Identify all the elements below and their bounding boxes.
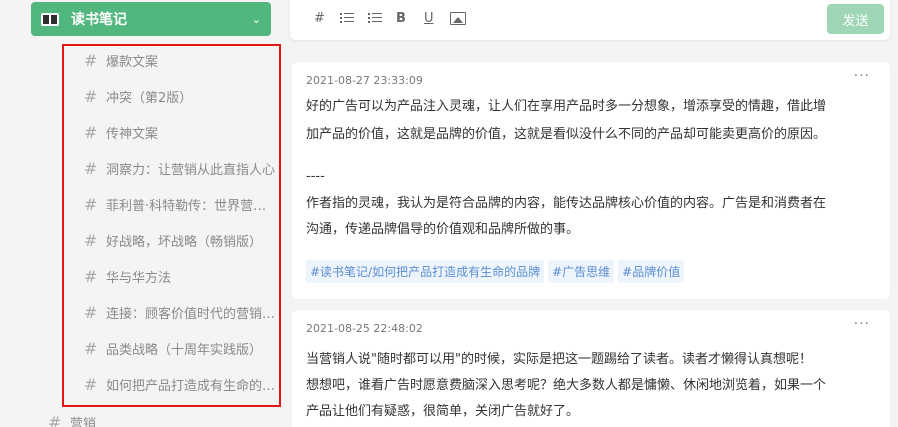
- memo-card: 2021-08-25 22:48:02 ··· 当营销人说"随时都可以用"的时候…: [292, 310, 890, 427]
- sidebar-tag-item[interactable]: # 传神文案: [84, 120, 276, 144]
- sidebar-tag-label: 冲突（第2版）: [106, 90, 193, 106]
- sidebar-tag-item[interactable]: # 如何把产品打造成有生命的品牌: [84, 372, 276, 396]
- sidebar-tag-item[interactable]: # 品类战略（十周年实践版）: [84, 336, 276, 360]
- bold-button[interactable]: B: [396, 11, 406, 26]
- hash-icon: #: [84, 230, 98, 250]
- sidebar-tag-label: 爆款文案: [106, 54, 159, 70]
- sidebar-tag-item[interactable]: # 华与华方法: [84, 264, 276, 288]
- chevron-down-icon[interactable]: ⌄: [252, 13, 261, 26]
- memo-tag[interactable]: #品牌价值: [618, 260, 685, 283]
- sidebar-tag-label: 传神文案: [106, 126, 159, 142]
- image-icon[interactable]: [450, 12, 466, 29]
- hash-icon: #: [84, 158, 98, 178]
- memo-editor[interactable]: # B U 发送: [290, 0, 890, 40]
- sidebar-tag-label: 洞察力：让营销从此直指人心: [106, 162, 276, 178]
- sidebar-tag-item[interactable]: # 菲利普·科特勒传：世界营销之父: [84, 192, 276, 216]
- hash-icon: #: [84, 50, 98, 70]
- more-options-icon[interactable]: ···: [854, 68, 870, 84]
- memo-text-line: 好的广告可以为产品注入灵魂，让人们在享用产品时多一分想象，增添享受的情趣，借此增: [306, 99, 827, 114]
- sidebar-tag-item[interactable]: # 洞察力：让营销从此直指人心: [84, 156, 276, 180]
- memo-text-line: 产品让他们有疑惑，很简单，关闭广告就好了。: [306, 404, 580, 419]
- memo-text-line: 加产品的价值，这就是品牌的价值，这就是看似没什么不同的产品却可能卖更高价的原因。: [306, 127, 827, 142]
- sidebar-tag-label: 华与华方法: [106, 270, 172, 286]
- more-options-icon[interactable]: ···: [854, 316, 870, 332]
- tag-list: # 爆款文案 # 冲突（第2版） # 传神文案 # 洞察力：让营销从此直指人心 …: [62, 44, 281, 407]
- bullet-list-icon[interactable]: [340, 13, 354, 28]
- memo-timestamp: 2021-08-25 22:48:02: [306, 322, 423, 335]
- sidebar-tag-label: 如何把产品打造成有生命的品牌: [106, 378, 276, 394]
- sidebar-tag-item[interactable]: # 冲突（第2版）: [84, 84, 276, 108]
- memo-text-line: ----: [306, 169, 325, 184]
- sidebar-tag-item[interactable]: # 好战略，坏战略（畅销版）: [84, 228, 276, 252]
- memo-tag[interactable]: #广告思维: [548, 260, 615, 283]
- hash-icon: #: [84, 302, 98, 322]
- sidebar-tag-label: 连接：顾客价值时代的营销战略: [106, 306, 276, 322]
- hash-icon: #: [84, 194, 98, 214]
- memo-card: 2021-08-27 23:33:09 ··· 好的广告可以为产品注入灵魂，让人…: [292, 62, 890, 299]
- memo-text-line: 沟通，传递品牌倡导的价值观和品牌所做的事。: [306, 222, 580, 237]
- sidebar: 读书笔记 ⌄ # 爆款文案 # 冲突（第2版） # 传神文案 # 洞察力：让营销…: [0, 0, 290, 427]
- sidebar-tag-item[interactable]: # 爆款文案: [84, 48, 276, 72]
- hash-icon: #: [84, 338, 98, 358]
- hash-icon: #: [84, 122, 98, 142]
- sidebar-tag-label: 菲利普·科特勒传：世界营销之父: [106, 198, 276, 214]
- underline-button[interactable]: U: [424, 11, 434, 26]
- hash-icon: #: [84, 374, 98, 394]
- memo-text-line: 当营销人说"随时都可以用"的时候，实际是把这一题踢给了读者。读者才懒得认真想呢！: [306, 352, 812, 367]
- send-button[interactable]: 发送: [827, 4, 884, 34]
- sidebar-tag-label: 营销: [70, 417, 97, 427]
- sidebar-tag-label: 品类战略（十周年实践版）: [106, 342, 263, 358]
- folder-header[interactable]: 读书笔记 ⌄: [31, 2, 271, 36]
- sidebar-tag-item[interactable]: # 连接：顾客价值时代的营销战略: [84, 300, 276, 324]
- memo-tag[interactable]: #读书笔记/如何把产品打造成有生命的品牌: [306, 260, 545, 283]
- book-icon: [41, 12, 59, 26]
- memo-text-line: 想想吧，谁看广告时愿意费脑深入思考呢？绝大多数人都是慵懒、休闲地浏览着，如果一个: [306, 378, 827, 393]
- hash-tag-button[interactable]: #: [314, 11, 325, 26]
- memo-tags: #读书笔记/如何把产品打造成有生命的品牌 #广告思维 #品牌价值: [306, 260, 685, 283]
- hash-icon: #: [48, 413, 62, 427]
- folder-title: 读书笔记: [71, 12, 127, 28]
- hash-icon: #: [84, 86, 98, 106]
- sidebar-tag-item[interactable]: # 营销: [48, 413, 96, 427]
- sidebar-tag-label: 好战略，坏战略（畅销版）: [106, 234, 263, 250]
- memo-timestamp: 2021-08-27 23:33:09: [306, 74, 423, 87]
- numbered-list-icon[interactable]: [368, 13, 382, 28]
- memo-text-line: 作者指的灵魂，我认为是符合品牌的内容，能传达品牌核心价值的内容。广告是和消费者在: [306, 196, 827, 211]
- hash-icon: #: [84, 266, 98, 286]
